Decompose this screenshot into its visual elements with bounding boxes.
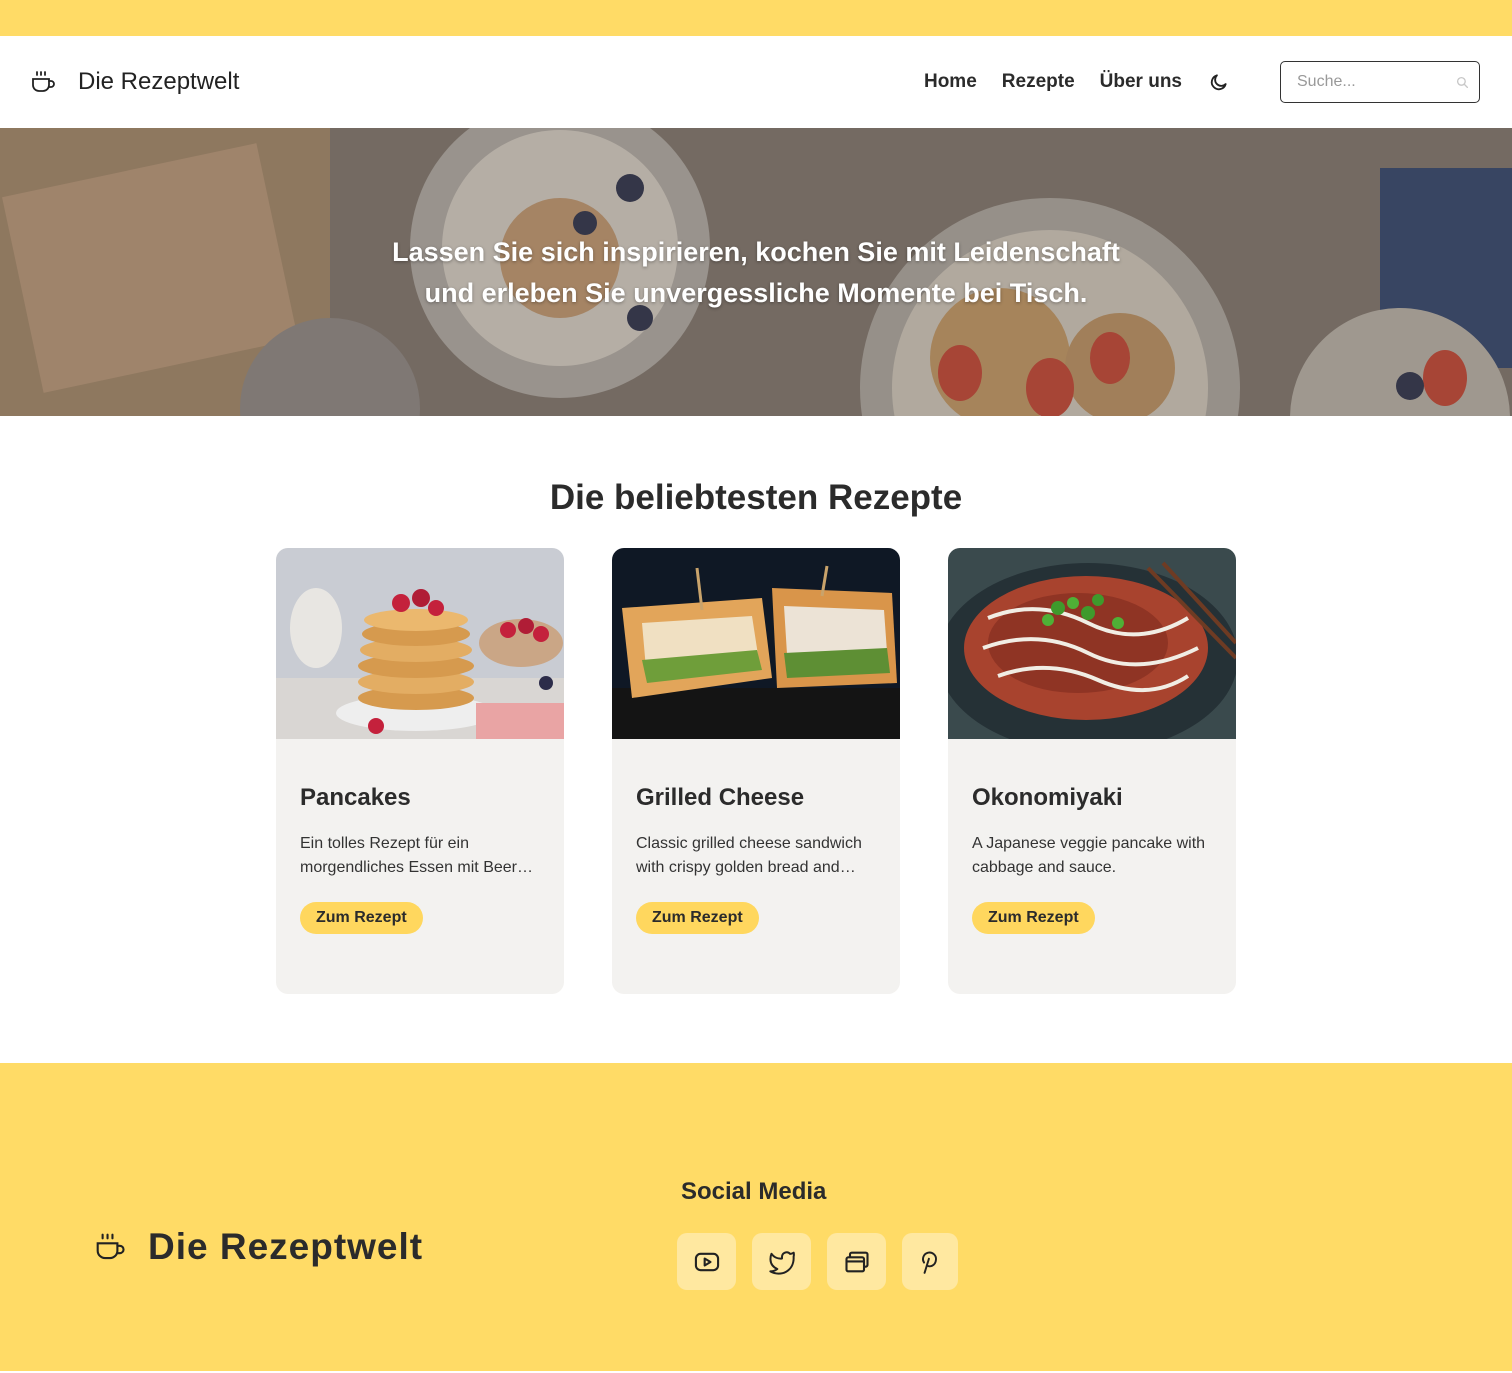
okonomiyaki-image[interactable]: [948, 548, 1236, 739]
recipe-cards: Pancakes Ein tolles Rezept für ein morge…: [0, 548, 1512, 994]
youtube-icon: [694, 1252, 719, 1271]
nav-home[interactable]: Home: [924, 71, 977, 93]
coffee-cup-icon: [32, 71, 55, 92]
card-body: Pancakes Ein tolles Rezept für ein morge…: [276, 739, 564, 934]
nav-ueber-uns[interactable]: Über uns: [1100, 71, 1182, 93]
recipe-card-okonomiyaki: Okonomiyaki A Japanese veggie pancake wi…: [948, 548, 1236, 994]
zum-rezept-button[interactable]: Zum Rezept: [300, 902, 423, 934]
card-description: Ein tolles Rezept für ein morgendliches …: [300, 835, 535, 876]
section-heading: Die beliebtesten Rezepte: [549, 478, 963, 517]
card-description: Classic grilled cheese sandwich with cri…: [636, 835, 862, 876]
pancakes-image[interactable]: [276, 548, 564, 739]
top-accent-bar: [0, 0, 1512, 36]
coffee-cup-icon: [96, 1233, 125, 1260]
card-title[interactable]: Grilled Cheese: [636, 784, 876, 812]
search-box: [1280, 61, 1480, 103]
card-body: Okonomiyaki A Japanese veggie pancake wi…: [948, 739, 1236, 934]
search-input[interactable]: [1297, 73, 1456, 91]
hero-tagline: Lassen Sie sich inspirieren, kochen Sie …: [0, 232, 1512, 314]
zum-rezept-button[interactable]: Zum Rezept: [972, 902, 1095, 934]
youtube-button[interactable]: [677, 1233, 736, 1290]
pinterest-button[interactable]: [902, 1233, 958, 1290]
hero-tagline-line2: und erleben Sie unvergessliche Momente b…: [424, 278, 1088, 308]
grilled-cheese-image[interactable]: [612, 548, 900, 739]
card-body: Grilled Cheese Classic grilled cheese sa…: [612, 739, 900, 934]
nav-rezepte[interactable]: Rezepte: [1002, 71, 1075, 93]
popular-recipes-section: Die beliebtesten Rezepte Pancakes Ein to…: [0, 416, 1512, 1063]
footer-brand[interactable]: Die Rezeptwelt: [94, 1226, 423, 1268]
site-footer: Die Rezeptwelt Social Media: [0, 1063, 1512, 1371]
hero-banner: Lassen Sie sich inspirieren, kochen Sie …: [0, 128, 1512, 416]
twitter-icon: [768, 1250, 795, 1275]
zum-rezept-button[interactable]: Zum Rezept: [636, 902, 759, 934]
recipe-card-pancakes: Pancakes Ein tolles Rezept für ein morge…: [276, 548, 564, 994]
card-title[interactable]: Pancakes: [300, 784, 540, 812]
main-nav: Home Rezepte Über uns: [899, 71, 1230, 93]
social-heading: Social Media: [681, 1178, 827, 1205]
card-title[interactable]: Okonomiyaki: [972, 784, 1212, 812]
card-description: A Japanese veggie pancake with cabbage a…: [972, 835, 1206, 876]
site-header: Die Rezeptwelt Home Rezepte Über uns: [0, 36, 1512, 128]
footer-brand-name: Die Rezeptwelt: [148, 1226, 424, 1267]
social-media: Social Media: [677, 1178, 958, 1290]
windows-button[interactable]: [827, 1233, 886, 1290]
social-icons: [677, 1233, 958, 1290]
hero-tagline-line1: Lassen Sie sich inspirieren, kochen Sie …: [392, 237, 1120, 267]
brand[interactable]: Die Rezeptwelt: [30, 68, 239, 96]
moon-icon: [1210, 74, 1227, 91]
brand-name: Die Rezeptwelt: [78, 68, 240, 95]
pinterest-icon: [922, 1251, 937, 1274]
search-icon[interactable]: [1456, 76, 1469, 89]
twitter-button[interactable]: [752, 1233, 811, 1290]
recipe-card-grilled-cheese: Grilled Cheese Classic grilled cheese sa…: [612, 548, 900, 994]
theme-toggle-button[interactable]: [1208, 71, 1230, 93]
browser-windows-icon: [844, 1251, 869, 1272]
